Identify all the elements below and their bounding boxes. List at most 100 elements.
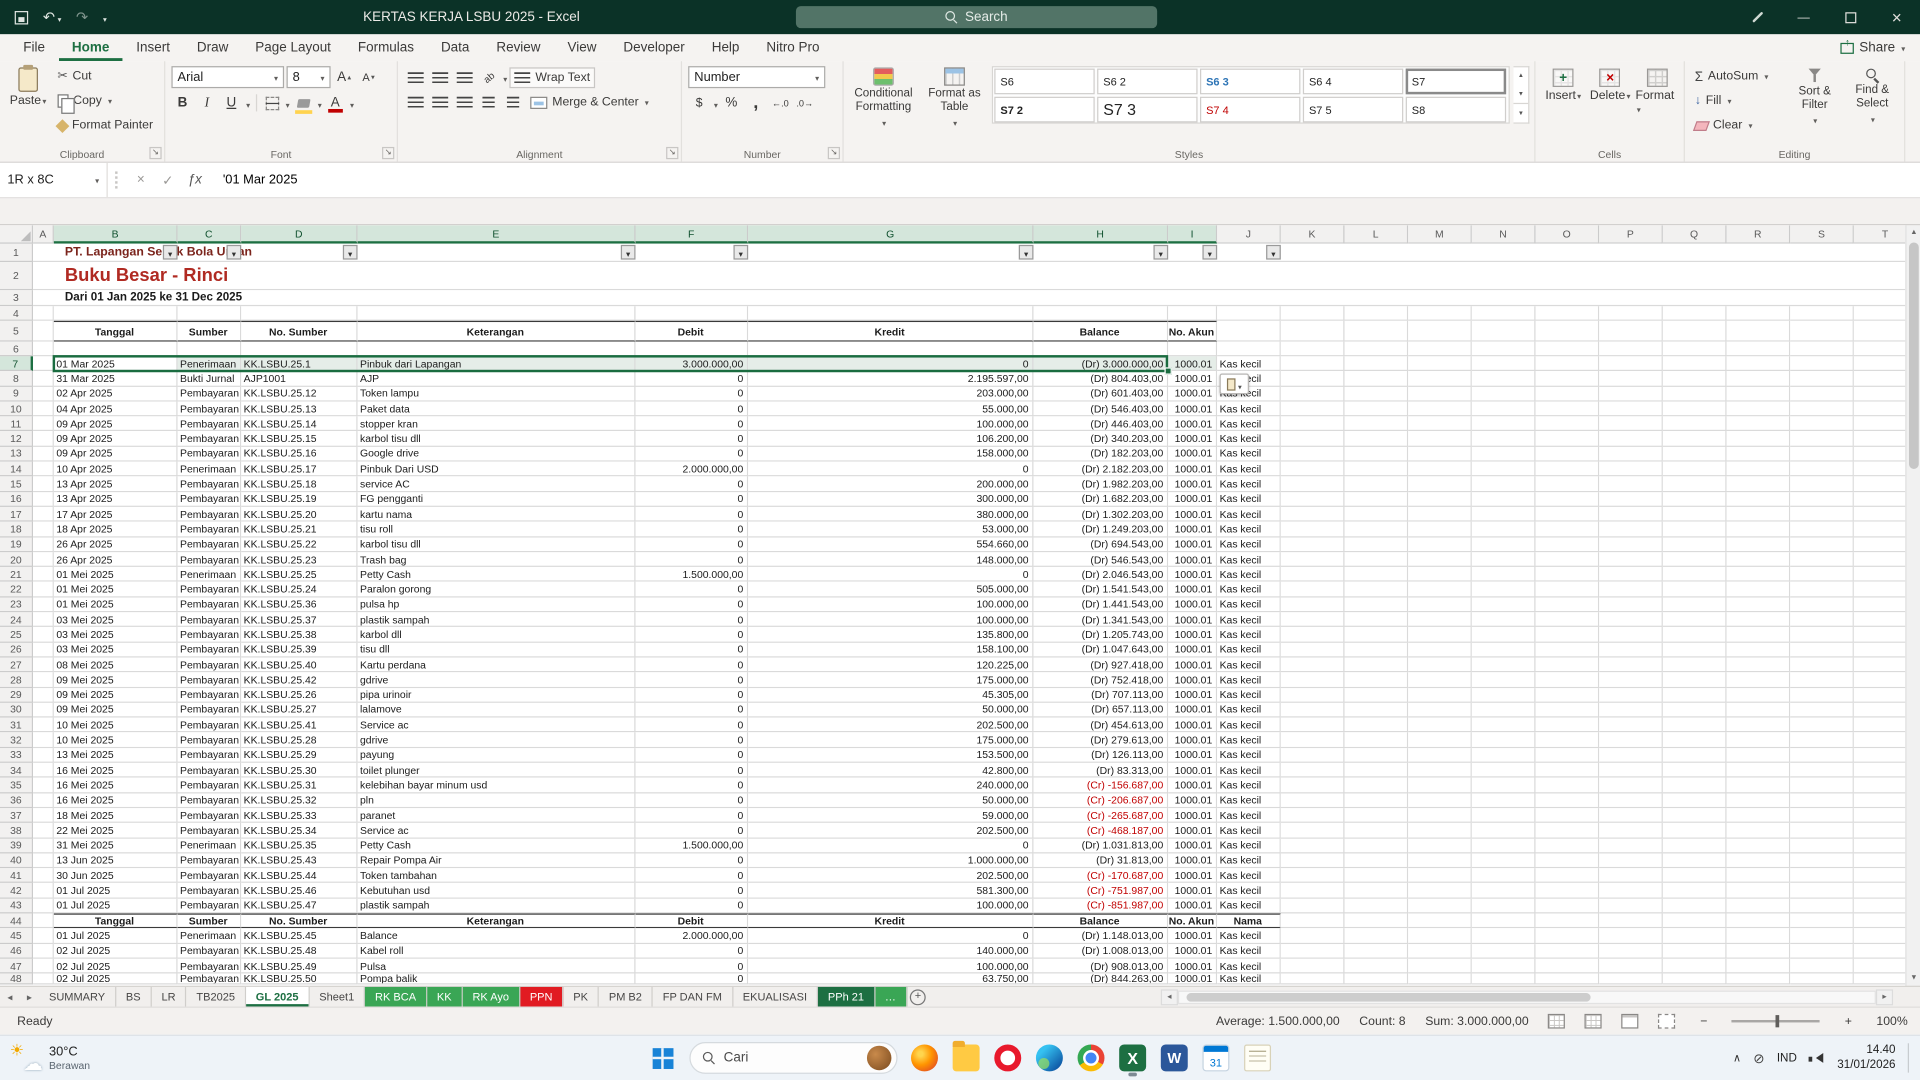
cell-g19[interactable]: 554.660,00 — [748, 537, 1033, 552]
cell-a12[interactable] — [33, 432, 54, 447]
cell-h10[interactable]: (Dr) 546.403,00 — [1033, 401, 1168, 416]
ink-pen-icon[interactable] — [1734, 0, 1781, 34]
fill-handle[interactable] — [1164, 368, 1171, 375]
cell-c48[interactable]: Pembayaran — [178, 974, 242, 985]
cell-c4[interactable] — [178, 306, 242, 321]
cell-p39[interactable] — [1599, 838, 1663, 853]
sheet-tab-sheet1[interactable]: Sheet1 — [310, 987, 366, 1007]
cell-a14[interactable] — [33, 462, 54, 477]
cell-l25[interactable] — [1344, 627, 1408, 642]
cell-d23[interactable]: KK.LSBU.25.36 — [241, 597, 357, 612]
cell-l5[interactable] — [1344, 321, 1408, 342]
cell-d30[interactable]: KK.LSBU.25.27 — [241, 703, 357, 718]
sheet-tab-more[interactable]: … — [875, 987, 907, 1007]
cell-r10[interactable] — [1727, 401, 1791, 416]
underline-button[interactable] — [220, 92, 242, 113]
cell-p19[interactable] — [1599, 537, 1663, 552]
cell-s10[interactable] — [1790, 401, 1854, 416]
cell-d41[interactable]: KK.LSBU.25.44 — [241, 868, 357, 883]
cell-o13[interactable] — [1536, 447, 1600, 462]
column-header-o[interactable]: O — [1536, 225, 1600, 243]
cell-r20[interactable] — [1727, 552, 1791, 567]
cell-d47[interactable]: KK.LSBU.25.49 — [241, 959, 357, 974]
align-top-button[interactable] — [404, 67, 426, 88]
cell-c23[interactable]: Pembayaran — [178, 597, 242, 612]
cell-a39[interactable] — [33, 838, 54, 853]
cell-c34[interactable]: Pembayaran — [178, 763, 242, 778]
cell-g34[interactable]: 42.800,00 — [748, 763, 1033, 778]
cell-s6[interactable] — [1790, 342, 1854, 357]
autofilter-button[interactable] — [163, 245, 178, 260]
cell-h15[interactable]: (Dr) 1.982.203,00 — [1033, 477, 1168, 492]
cell-k47[interactable] — [1281, 959, 1345, 974]
new-sheet-button[interactable] — [907, 987, 929, 1007]
cell-i42[interactable]: 1000.01 — [1168, 883, 1217, 898]
cell-d39[interactable]: KK.LSBU.25.35 — [241, 838, 357, 853]
start-button[interactable] — [644, 1040, 681, 1077]
cell-a11[interactable] — [33, 417, 54, 432]
cell-m22[interactable] — [1408, 582, 1472, 597]
cell-d5[interactable]: No. Sumber — [241, 321, 357, 342]
cell-c12[interactable]: Pembayaran — [178, 432, 242, 447]
share-button[interactable]: Share — [1841, 34, 1905, 61]
cell-f15[interactable]: 0 — [636, 477, 749, 492]
minimize-button[interactable] — [1780, 0, 1827, 34]
cell-style-s8[interactable]: S8 — [1406, 97, 1506, 123]
cell-n42[interactable] — [1472, 883, 1536, 898]
cell-n46[interactable] — [1472, 944, 1536, 959]
row-header-16[interactable]: 16 — [0, 492, 33, 507]
cell-p30[interactable] — [1599, 703, 1663, 718]
cell-f14[interactable]: 2.000.000,00 — [636, 462, 749, 477]
cell-b7[interactable]: 01 Mar 2025 — [54, 356, 178, 371]
cell-c10[interactable]: Pembayaran — [178, 401, 242, 416]
cell-s8[interactable] — [1790, 371, 1854, 386]
row-header-44[interactable]: 44 — [0, 913, 33, 928]
cell-a6[interactable] — [33, 342, 54, 357]
cell-e28[interactable]: gdrive — [358, 673, 636, 688]
cell-k13[interactable] — [1281, 447, 1345, 462]
cell-f20[interactable]: 0 — [636, 552, 749, 567]
cell-a31[interactable] — [33, 718, 54, 733]
cell-e37[interactable]: paranet — [358, 808, 636, 823]
cell-k24[interactable] — [1281, 612, 1345, 627]
cell-e45[interactable]: Balance — [358, 929, 636, 944]
cell-s39[interactable] — [1790, 838, 1854, 853]
cell-m37[interactable] — [1408, 808, 1472, 823]
cell-n8[interactable] — [1472, 371, 1536, 386]
cell-p14[interactable] — [1599, 462, 1663, 477]
cell-h34[interactable]: (Dr) 83.313,00 — [1033, 763, 1168, 778]
cell-l47[interactable] — [1344, 959, 1408, 974]
cell-h7[interactable]: (Dr) 3.000.000,00 — [1033, 356, 1168, 371]
cell-i25[interactable]: 1000.01 — [1168, 627, 1217, 642]
autofilter-button[interactable] — [1202, 245, 1217, 260]
cell-m25[interactable] — [1408, 627, 1472, 642]
row-header-19[interactable]: 19 — [0, 537, 33, 552]
cell-k16[interactable] — [1281, 492, 1345, 507]
cell-r46[interactable] — [1727, 944, 1791, 959]
cell-k48[interactable] — [1281, 974, 1345, 985]
column-header-t[interactable]: T — [1854, 225, 1905, 243]
cell-j39[interactable]: Kas kecil — [1217, 838, 1281, 853]
ribbon-tab-home[interactable]: Home — [58, 34, 122, 61]
cell-k35[interactable] — [1281, 778, 1345, 793]
cell-e33[interactable]: payung — [358, 748, 636, 763]
cell-l26[interactable] — [1344, 642, 1408, 657]
cell-d13[interactable]: KK.LSBU.25.16 — [241, 447, 357, 462]
cell-m40[interactable] — [1408, 853, 1472, 868]
cell-j20[interactable]: Kas kecil — [1217, 552, 1281, 567]
cell-e15[interactable]: service AC — [358, 477, 636, 492]
cell-n21[interactable] — [1472, 567, 1536, 582]
ribbon-tab-help[interactable]: Help — [698, 34, 753, 61]
taskbar-notepad-button[interactable] — [1239, 1040, 1276, 1077]
cell-t10[interactable] — [1854, 401, 1905, 416]
cell-o9[interactable] — [1536, 386, 1600, 401]
sheet-tab-rk-bca[interactable]: RK BCA — [365, 987, 427, 1007]
row-header-33[interactable]: 33 — [0, 748, 33, 763]
cell-c46[interactable]: Pembayaran — [178, 944, 242, 959]
sheet-tab-summary[interactable]: SUMMARY — [39, 987, 116, 1007]
cell-s22[interactable] — [1790, 582, 1854, 597]
zoom-in-button[interactable] — [1840, 1014, 1857, 1027]
cell-s35[interactable] — [1790, 778, 1854, 793]
cell-p8[interactable] — [1599, 371, 1663, 386]
sheet-tab-fp-dan-fm[interactable]: FP DAN FM — [653, 987, 733, 1007]
